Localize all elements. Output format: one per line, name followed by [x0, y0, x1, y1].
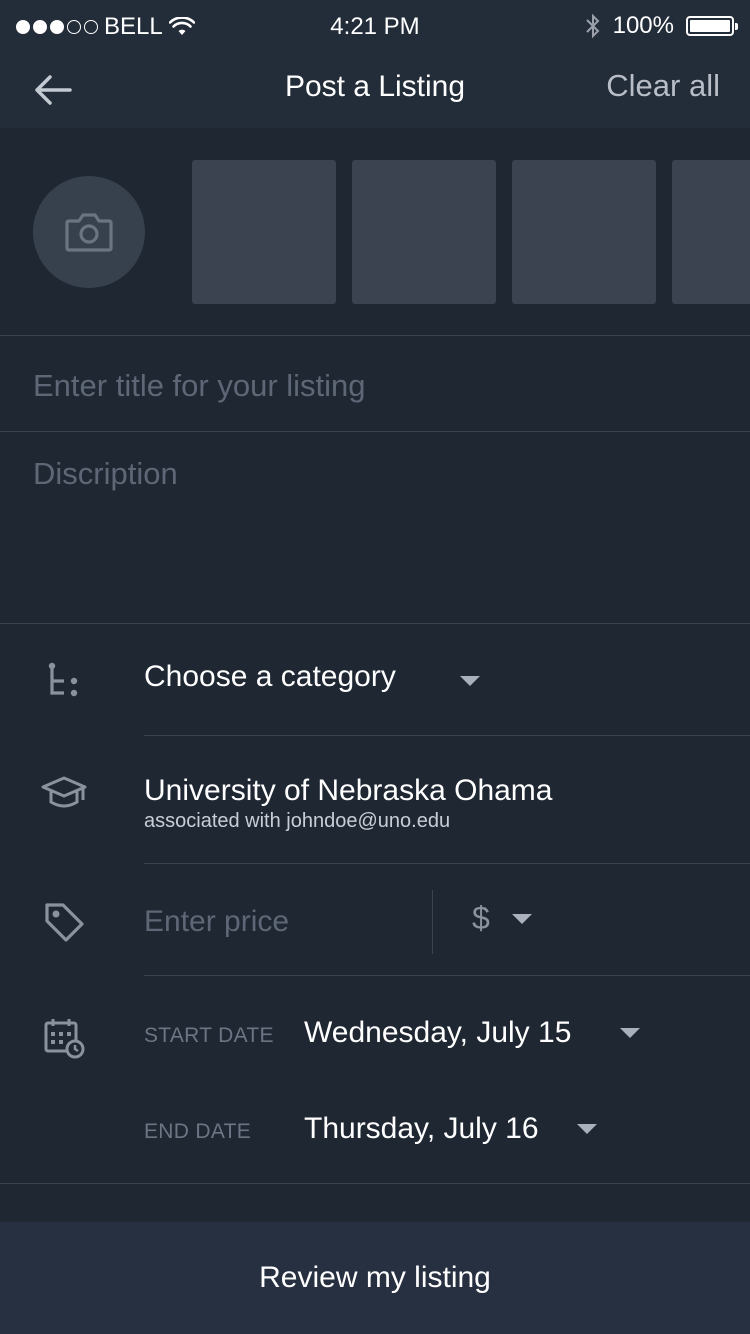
chevron-down-icon[interactable] [577, 1124, 597, 1134]
photo-strip [0, 128, 750, 336]
status-right: 100% [585, 12, 738, 40]
currency-symbol: $ [472, 900, 490, 936]
photo-slot[interactable] [672, 160, 750, 304]
end-date-label: END DATE [144, 1120, 252, 1143]
bluetooth-icon [585, 13, 600, 39]
dates-section: START DATE Wednesday, July 15 END DATE T… [0, 976, 750, 1184]
listing-title-input[interactable] [33, 364, 723, 408]
end-date-value[interactable]: Thursday, July 16 [304, 1112, 539, 1146]
price-tag-icon [38, 896, 90, 948]
university-association: associated with johndoe@uno.edu [144, 810, 451, 832]
photo-slot[interactable] [512, 160, 656, 304]
photo-slot[interactable] [352, 160, 496, 304]
title-field-row [0, 336, 750, 432]
photo-slot[interactable] [192, 160, 336, 304]
chevron-down-icon [511, 913, 532, 924]
camera-icon [65, 213, 113, 252]
category-selector[interactable]: Choose a category [0, 624, 750, 736]
description-input[interactable] [33, 456, 723, 606]
back-button[interactable] [30, 68, 80, 112]
clear-all-button[interactable]: Clear all [606, 68, 720, 104]
nav-bar: Post a Listing Clear all [0, 54, 750, 128]
price-separator [432, 890, 433, 954]
currency-selector[interactable]: $ [472, 900, 532, 937]
university-row: University of Nebraska Ohama associated … [0, 736, 750, 864]
start-date-value[interactable]: Wednesday, July 15 [304, 1016, 571, 1050]
graduation-cap-icon [38, 768, 90, 820]
back-arrow-icon [35, 75, 72, 105]
price-input[interactable] [144, 900, 414, 944]
category-tree-icon [38, 654, 90, 706]
chevron-down-icon[interactable] [620, 1028, 640, 1038]
chevron-down-icon [460, 676, 480, 686]
status-bar: BELL 4:21 PM 100% [0, 0, 750, 54]
university-name: University of Nebraska Ohama [144, 774, 553, 807]
battery-percent: 100% [612, 12, 674, 39]
description-field-row [0, 432, 750, 624]
battery-icon [686, 16, 738, 36]
category-label: Choose a category [144, 660, 396, 693]
price-row: $ [0, 864, 750, 976]
start-date-label: START DATE [144, 1024, 274, 1047]
review-listing-button[interactable]: Review my listing [0, 1222, 750, 1334]
add-photo-button[interactable] [33, 176, 145, 288]
calendar-clock-icon [38, 1012, 90, 1064]
